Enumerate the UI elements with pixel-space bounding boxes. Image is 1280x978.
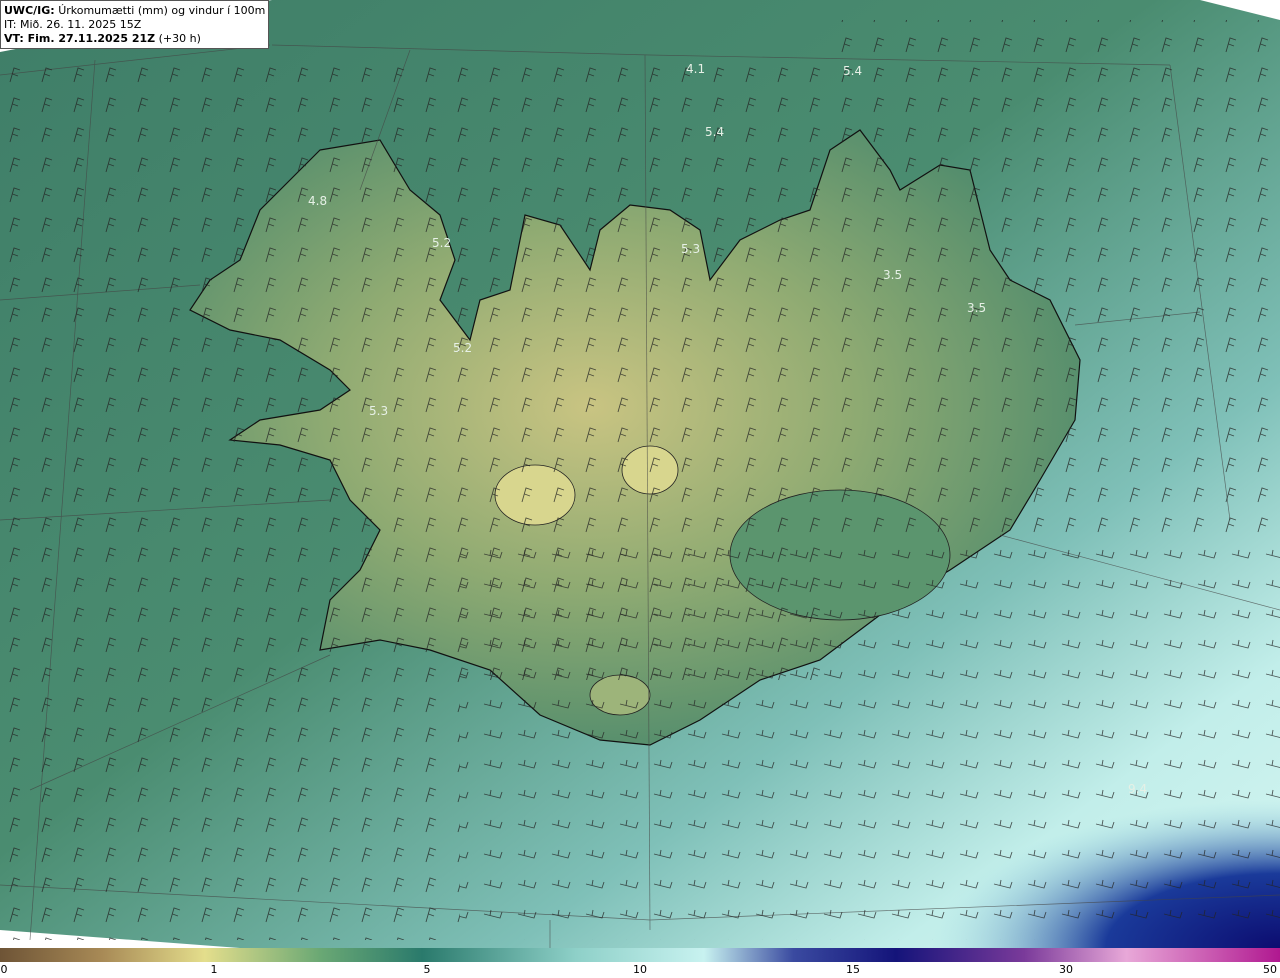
colorbar-tick: 15 bbox=[846, 963, 860, 976]
product-description: Úrkomumætti (mm) og vindur í 100m hæð bbox=[58, 4, 265, 17]
colorbar-tick: 30 bbox=[1059, 963, 1073, 976]
map-label: 4.1 bbox=[686, 62, 705, 76]
map-label: 4.8 bbox=[308, 194, 327, 208]
colorbar-tick: 1 bbox=[210, 963, 218, 976]
map-label: 5.3 bbox=[681, 242, 700, 256]
colorbar-strip bbox=[0, 948, 1280, 962]
title-line: UWC/IG: Úrkomumætti (mm) og vindur í 100… bbox=[4, 4, 265, 18]
map-label: 9.4 bbox=[1128, 782, 1147, 796]
map-label: 3.5 bbox=[883, 268, 902, 282]
initial-time: IT: Mið. 26. 11. 2025 15Z bbox=[4, 18, 142, 31]
map-label: 5.2 bbox=[432, 236, 451, 250]
colorbar-tick: 0 bbox=[0, 963, 8, 976]
colorbar-tick: 50 bbox=[1263, 963, 1277, 976]
map-label: 5.3 bbox=[369, 404, 388, 418]
product-code: UWC/IG: bbox=[4, 4, 55, 17]
valid-time: VT: Fim. 27.11.2025 21Z bbox=[4, 32, 156, 45]
colorbar-tick: 5 bbox=[423, 963, 431, 976]
map-label: 3.5 bbox=[967, 301, 986, 315]
valid-time-line: VT: Fim. 27.11.2025 21Z (+30 h) bbox=[4, 32, 265, 46]
map-title-box: UWC/IG: Úrkomumætti (mm) og vindur í 100… bbox=[0, 0, 269, 49]
wind-barbs-sw bbox=[0, 680, 460, 940]
map-label: 5.4 bbox=[705, 125, 724, 139]
map-label: 5.2 bbox=[453, 341, 472, 355]
wind-barbs-se bbox=[460, 540, 1280, 940]
forecast-lead: (+30 h) bbox=[158, 32, 201, 45]
map-label: 5.4 bbox=[843, 64, 862, 78]
colorbar-tick: 10 bbox=[633, 963, 647, 976]
weather-map: 4.1 5.4 5.4 4.8 5.2 5.3 3.5 3.5 5.2 5.3 … bbox=[0, 0, 1280, 948]
